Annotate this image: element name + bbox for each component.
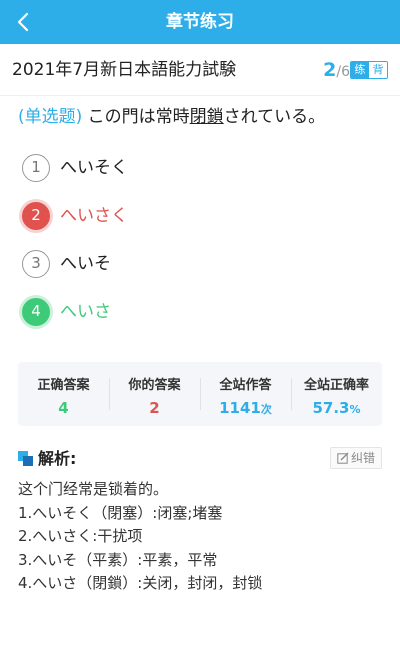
question-text: (单选题) この門は常時閉鎖されている。 [18, 104, 388, 130]
option-2[interactable]: 2 へいさく [20, 200, 360, 232]
option-4-number: 4 [22, 298, 50, 326]
stat-site-attempts-number: 1141 [219, 399, 261, 417]
stat-your-answer: 你的答案 2 [109, 362, 200, 426]
top-bar: 章节练习 [0, 0, 400, 44]
stat-site-accuracy-unit: % [349, 403, 361, 416]
stat-site-accuracy: 全站正确率 57.3% [291, 362, 382, 426]
analysis-line: 这个门经常是锁着的。 [18, 480, 169, 498]
report-error-label: 纠错 [350, 451, 375, 465]
stat-site-attempts-label: 全站作答 [219, 378, 272, 393]
option-3-number: 3 [22, 250, 50, 278]
stat-your-answer-value: 2 [149, 399, 160, 417]
question-header: 2021年7月新日本語能力試験 2/6 练 背 [0, 44, 400, 96]
stat-site-attempts-unit: 次 [260, 403, 272, 416]
stat-site-attempts: 全站作答 1141次 [200, 362, 291, 426]
analysis-line: 3.へいそ（平素）:平素，平常 [18, 550, 218, 569]
question-underlined-word: 閉鎖 [189, 107, 224, 127]
stat-correct-answer-label: 正确答案 [37, 378, 90, 393]
stat-site-accuracy-value: 57.3% [291, 399, 382, 417]
stat-your-answer-label: 你的答案 [128, 378, 181, 393]
question-text-before: この門は常時 [82, 107, 190, 127]
edit-icon [337, 452, 349, 464]
exam-title: 2021年7月新日本語能力試験 [12, 60, 237, 80]
analysis-icon [18, 451, 34, 467]
answer-stats: 正确答案 4 你的答案 2 全站作答 1141次 全站正确率 57.3% [18, 362, 382, 426]
stat-correct-answer: 正确答案 4 [18, 362, 109, 426]
question-text-after: されている。 [223, 107, 326, 127]
page-title: 章节练习 [166, 12, 234, 32]
question-progress: 2/6 [323, 44, 350, 98]
analysis-line: 1.へいそく（閉塞）:闭塞;堵塞 [18, 503, 223, 522]
option-4-text: へいさ [60, 302, 111, 322]
option-3-text: へいそ [60, 254, 111, 274]
option-1-text: へいそく [60, 158, 128, 178]
analysis-title: 解析: [38, 449, 77, 468]
option-3[interactable]: 3 へいそ [20, 248, 360, 280]
option-1[interactable]: 1 へいそく [20, 152, 360, 184]
option-1-number: 1 [22, 154, 50, 182]
mode-practice-tab[interactable]: 练 [351, 62, 369, 78]
analysis-header: 解析: 纠错 [18, 446, 382, 472]
stat-site-attempts-value: 1141次 [200, 399, 291, 417]
analysis-body: 这个门经常是锁着的。 1.へいそく（閉塞）:闭塞;堵塞 2.へいさく:干扰项 3… [18, 478, 382, 596]
report-error-button[interactable]: 纠错 [329, 447, 382, 469]
question-type: (单选题) [18, 107, 83, 127]
analysis-line: 2.へいさく:干扰项 [18, 527, 143, 545]
progress-total: 6 [341, 64, 350, 80]
stat-site-accuracy-number: 57.3 [312, 399, 350, 417]
progress-current: 2 [323, 59, 337, 81]
analysis-line: 4.へいさ（閉鎖）:关闭，封闭，封锁 [18, 574, 263, 592]
option-2-text: へいさく [60, 206, 128, 226]
stat-correct-answer-value: 4 [58, 399, 69, 417]
mode-recite-tab[interactable]: 背 [369, 62, 387, 78]
option-4[interactable]: 4 へいさ [20, 296, 360, 328]
option-2-number: 2 [22, 202, 50, 230]
stat-site-accuracy-label: 全站正确率 [303, 378, 369, 393]
mode-toggle[interactable]: 练 背 [350, 61, 388, 79]
